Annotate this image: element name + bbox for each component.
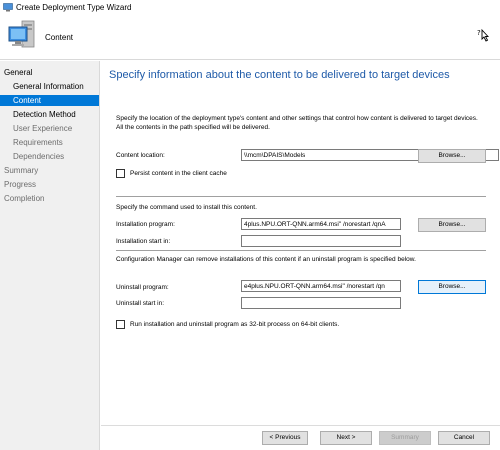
uninstall-program-input[interactable] bbox=[241, 280, 401, 292]
installation-start-label: Installation start in: bbox=[116, 238, 171, 245]
nav-item-requirements[interactable]: Requirements bbox=[0, 137, 99, 148]
uninstall-start-label: Uninstall start in: bbox=[116, 300, 165, 307]
installation-program-input[interactable] bbox=[241, 218, 401, 230]
nav-item-summary[interactable]: Summary bbox=[0, 165, 99, 176]
installation-program-label: Installation program: bbox=[116, 221, 175, 228]
persist-content-checkbox[interactable] bbox=[116, 169, 125, 178]
cancel-button[interactable]: Cancel bbox=[438, 431, 490, 445]
nav-item-user-experience[interactable]: User Experience bbox=[0, 123, 99, 134]
window-title: Create Deployment Type Wizard bbox=[16, 3, 132, 12]
browse-uninstall-program-button[interactable]: Browse... bbox=[418, 280, 486, 294]
summary-button: Summary bbox=[379, 431, 431, 445]
nav-item-dependencies[interactable]: Dependencies bbox=[0, 151, 99, 162]
computer-icon bbox=[8, 20, 35, 48]
banner-heading: Content bbox=[45, 33, 74, 42]
uninstall-program-label: Uninstall program: bbox=[116, 284, 169, 291]
uninstall-start-input[interactable] bbox=[241, 297, 401, 309]
page-title: Specify information about the content to… bbox=[109, 69, 450, 81]
divider bbox=[116, 196, 486, 197]
content-description: Specify the location of the deployment t… bbox=[116, 115, 478, 131]
wizard-banner: Content ? bbox=[0, 16, 500, 60]
nav-item-progress[interactable]: Progress bbox=[0, 179, 99, 190]
install-section-label: Specify the command used to install this… bbox=[116, 204, 257, 211]
nav-item-general[interactable]: General bbox=[0, 67, 99, 78]
help-pointer-icon[interactable]: ? bbox=[476, 27, 490, 43]
nav-item-content[interactable]: Content bbox=[0, 95, 99, 106]
browse-installation-program-button[interactable]: Browse... bbox=[418, 218, 486, 232]
nav-item-general-information[interactable]: General Information bbox=[0, 81, 99, 92]
content-location-label: Content location: bbox=[116, 152, 165, 159]
svg-text:?: ? bbox=[477, 29, 481, 37]
run-32bit-label: Run installation and uninstall program a… bbox=[130, 321, 340, 328]
footer-divider bbox=[101, 425, 500, 426]
next-button[interactable]: Next > bbox=[320, 431, 372, 445]
nav-item-detection-method[interactable]: Detection Method bbox=[0, 109, 99, 120]
content-page: Specify information about the content to… bbox=[101, 61, 500, 450]
persist-content-label: Persist content in the client cache bbox=[130, 170, 227, 177]
nav-item-completion[interactable]: Completion bbox=[0, 193, 99, 204]
browse-content-location-button[interactable]: Browse... bbox=[418, 149, 486, 163]
run-32bit-checkbox[interactable] bbox=[116, 320, 125, 329]
divider bbox=[116, 250, 486, 251]
title-bar: Create Deployment Type Wizard bbox=[0, 0, 500, 16]
previous-button[interactable]: < Previous bbox=[262, 431, 308, 445]
uninstall-section-label: Configuration Manager can remove install… bbox=[116, 256, 416, 263]
wizard-nav: General General Information Content Dete… bbox=[0, 61, 100, 450]
installation-start-input[interactable] bbox=[241, 235, 401, 247]
computer-icon bbox=[3, 3, 13, 12]
